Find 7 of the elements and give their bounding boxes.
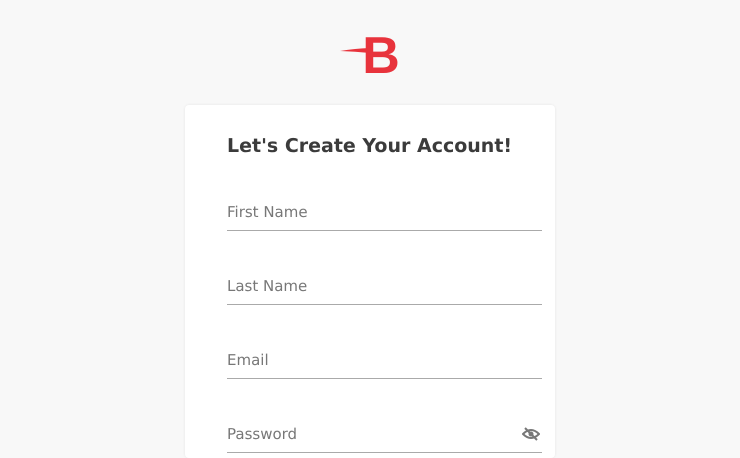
logo: B xyxy=(362,30,400,82)
input-field[interactable]: Last Name xyxy=(227,267,542,305)
input-field[interactable]: First Name xyxy=(227,193,542,231)
hidden-eye-icon[interactable] xyxy=(522,427,540,441)
form-title: Let's Create Your Account! xyxy=(227,135,514,157)
input-field[interactable]: Password xyxy=(227,415,542,453)
input-field[interactable]: Email xyxy=(227,341,542,379)
